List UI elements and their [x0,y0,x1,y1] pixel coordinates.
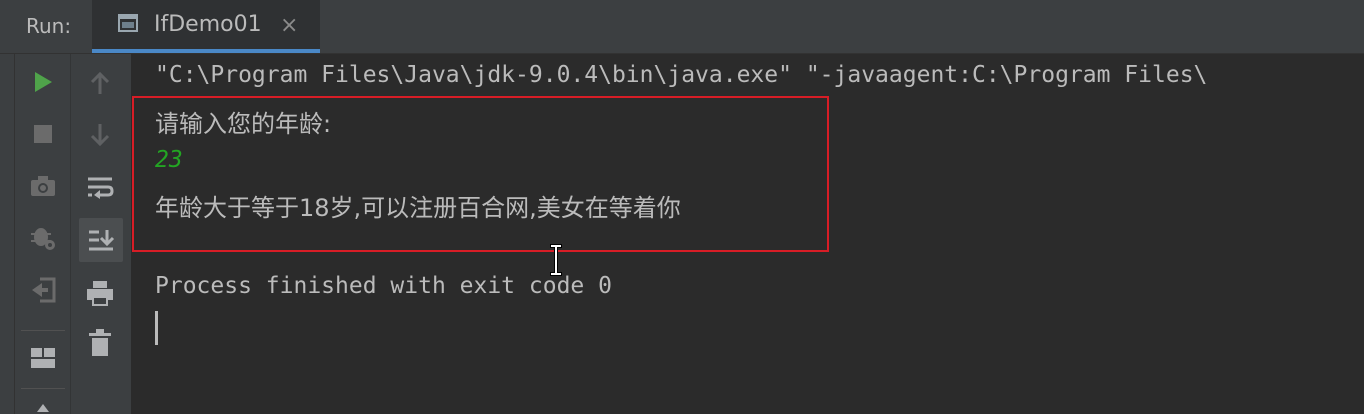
run-panel-header: Run: IfDemo01 × [0,0,1364,54]
console-output[interactable]: "C:\Program Files\Java\jdk-9.0.4\bin\jav… [131,54,1364,414]
close-icon[interactable]: × [280,13,298,38]
run-toolbar [15,54,70,414]
expand-icon[interactable] [29,400,57,414]
trash-icon[interactable] [83,326,117,360]
tab-ifdemo01[interactable]: IfDemo01 × [92,0,320,53]
ibeam-cursor-icon [548,244,564,276]
run-label: Run: [26,14,72,38]
rerun-icon[interactable] [27,66,59,98]
exit-icon[interactable] [27,274,59,306]
down-arrow-icon[interactable] [83,118,117,152]
text-caret [155,311,158,345]
result-text: 年龄大于等于18岁,可以注册百合网,美女在等着你 [155,194,681,222]
soft-wrap-icon[interactable] [83,170,117,204]
dump-threads-icon[interactable] [27,170,59,202]
debug-settings-icon[interactable] [27,222,59,254]
toolbar-separator [21,388,65,389]
print-icon[interactable] [83,276,117,310]
stop-icon[interactable] [27,118,59,150]
console-window-icon [118,14,138,32]
side-strip [0,54,15,414]
exit-message: Process finished with exit code 0 [155,273,612,299]
up-arrow-icon[interactable] [83,66,117,100]
command-line: "C:\Program Files\Java\jdk-9.0.4\bin\jav… [155,62,1208,88]
console-toolbar [70,54,131,414]
toolbar-separator [21,330,65,331]
user-input-text: 23 [155,147,183,173]
prompt-text: 请输入您的年龄: [155,110,332,138]
scroll-to-end-icon[interactable] [79,218,123,262]
tab-title: IfDemo01 [154,12,262,37]
tab-active-indicator [92,49,320,53]
layout-icon[interactable] [27,342,59,374]
